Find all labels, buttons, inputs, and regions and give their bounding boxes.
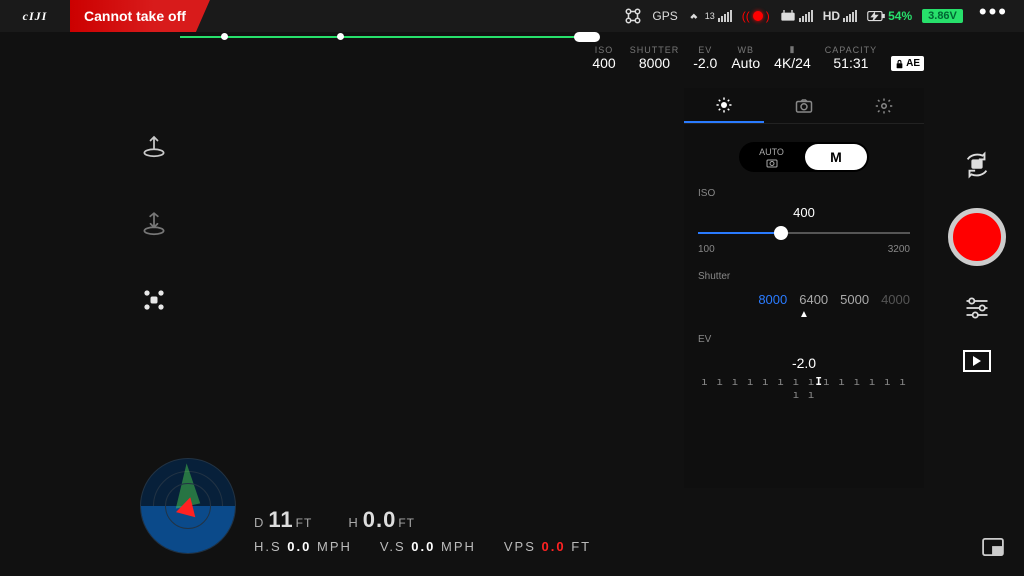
- signal-bars-icon: [718, 10, 732, 22]
- satellite-count[interactable]: 13: [688, 9, 732, 23]
- tab-exposure[interactable]: [684, 88, 764, 123]
- iso-value: 400: [698, 205, 910, 220]
- shutter-picker[interactable]: 8000 6400 5000 4000 ▲: [684, 284, 924, 328]
- ev-section-label: EV: [684, 328, 924, 347]
- return-home-button[interactable]: [140, 208, 168, 236]
- shutter-button[interactable]: [948, 208, 1006, 266]
- dji-logo: cIJI: [0, 9, 70, 24]
- attitude-indicator[interactable]: [140, 458, 236, 554]
- iso-slider[interactable]: [698, 224, 910, 242]
- takeoff-button[interactable]: [140, 130, 168, 158]
- camera-info-bar[interactable]: ISO400 SHUTTER8000 EV-2.0 WBAuto ▮4K/24 …: [592, 44, 924, 71]
- map-toggle-button[interactable]: [982, 538, 1004, 556]
- tab-settings[interactable]: [844, 88, 924, 123]
- playback-button[interactable]: [963, 350, 991, 372]
- format-icon: ▮: [774, 44, 811, 55]
- flight-alert[interactable]: Cannot take off: [70, 0, 210, 32]
- camera-switch-button[interactable]: [962, 150, 992, 180]
- general-settings-button[interactable]: •••: [979, 12, 1008, 20]
- manual-mode-selected: M: [805, 144, 867, 170]
- rc-signal[interactable]: [780, 10, 813, 22]
- battery-status[interactable]: 54%: [867, 9, 912, 23]
- hd-signal[interactable]: HD: [823, 9, 857, 23]
- exposure-mode-toggle[interactable]: AUTO M: [739, 142, 869, 172]
- camera-settings-panel: AUTO M ISO 400 1003200 Shutter 8000 6400…: [684, 88, 924, 488]
- signal-bars-icon: [843, 10, 857, 22]
- shutter-section-label: Shutter: [684, 265, 924, 284]
- telemetry-readout: D11FT H0.0FT H.S 0.0 MPH V.S 0.0 MPH VPS…: [254, 507, 904, 554]
- gps-label: GPS: [652, 9, 677, 23]
- intelligent-flight-button[interactable]: [140, 286, 168, 314]
- ev-scale-ticks: ı ı ı ı ı ı ı ıIı ı ı ı ı ı ı ı: [698, 375, 910, 401]
- iso-section-label: ISO: [684, 182, 924, 201]
- flight-mode-icon[interactable]: [624, 7, 642, 25]
- tab-photo[interactable]: [764, 88, 844, 123]
- ev-slider[interactable]: -2.0 ı ı ı ı ı ı ı ıIı ı ı ı ı ı ı ı: [684, 347, 924, 409]
- battery-voltage: 3.86V: [922, 9, 963, 23]
- ae-lock-button[interactable]: AE: [891, 56, 924, 71]
- gps-status[interactable]: GPS: [652, 9, 677, 23]
- camera-settings-button[interactable]: [963, 294, 991, 322]
- record-indicator: ((): [742, 9, 770, 23]
- caret-up-icon: ▲: [698, 309, 910, 320]
- top-status-bar: cIJI Cannot take off GPS 13 (() HD 54% 3…: [0, 0, 1024, 32]
- battery-timeline: [180, 32, 594, 42]
- signal-bars-icon: [799, 10, 813, 22]
